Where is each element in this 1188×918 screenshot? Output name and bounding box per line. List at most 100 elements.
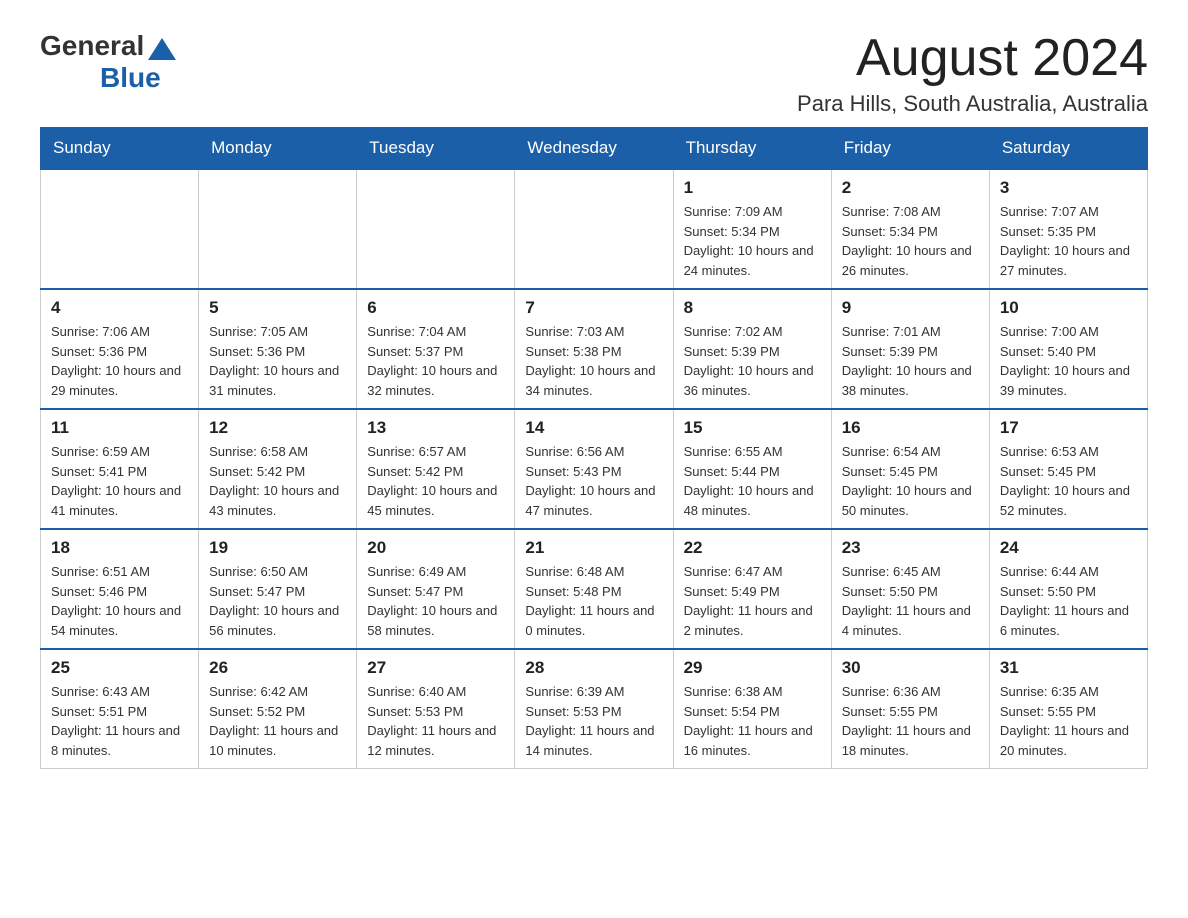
day-info: Sunrise: 7:09 AM Sunset: 5:34 PM Dayligh…: [684, 202, 821, 280]
calendar-cell: 11 Sunrise: 6:59 AM Sunset: 5:41 PM Dayli…: [41, 409, 199, 529]
day-info: Sunrise: 7:05 AM Sunset: 5:36 PM Dayligh…: [209, 322, 346, 400]
calendar-body: 1 Sunrise: 7:09 AM Sunset: 5:34 PM Daylig…: [41, 169, 1148, 769]
day-number: 9: [842, 298, 979, 318]
day-number: 24: [1000, 538, 1137, 558]
calendar-cell: 26 Sunrise: 6:42 AM Sunset: 5:52 PM Dayli…: [199, 649, 357, 769]
day-info: Sunrise: 6:39 AM Sunset: 5:53 PM Dayligh…: [525, 682, 662, 760]
day-info: Sunrise: 7:07 AM Sunset: 5:35 PM Dayligh…: [1000, 202, 1137, 280]
day-number: 19: [209, 538, 346, 558]
logo-blue-text: Blue: [100, 62, 161, 94]
calendar-cell: 17 Sunrise: 6:53 AM Sunset: 5:45 PM Dayli…: [989, 409, 1147, 529]
day-info: Sunrise: 6:59 AM Sunset: 5:41 PM Dayligh…: [51, 442, 188, 520]
calendar-cell: 27Sunrise: 6:40 AM Sunset: 5:53 PM Dayli…: [357, 649, 515, 769]
calendar-header-row: SundayMondayTuesdayWednesdayThursdayFrid…: [41, 128, 1148, 170]
calendar-cell: 22Sunrise: 6:47 AM Sunset: 5:49 PM Dayli…: [673, 529, 831, 649]
calendar-cell: 20 Sunrise: 6:49 AM Sunset: 5:47 PM Dayli…: [357, 529, 515, 649]
day-number: 30: [842, 658, 979, 678]
day-number: 23: [842, 538, 979, 558]
day-number: 1: [684, 178, 821, 198]
day-number: 15: [684, 418, 821, 438]
calendar-cell: 18Sunrise: 6:51 AM Sunset: 5:46 PM Dayli…: [41, 529, 199, 649]
logo: General Blue: [40, 30, 180, 94]
day-info: Sunrise: 7:04 AM Sunset: 5:37 PM Dayligh…: [367, 322, 504, 400]
day-number: 18: [51, 538, 188, 558]
calendar-cell: 5Sunrise: 7:05 AM Sunset: 5:36 PM Daylig…: [199, 289, 357, 409]
calendar-header: SundayMondayTuesdayWednesdayThursdayFrid…: [41, 128, 1148, 170]
day-info: Sunrise: 6:42 AM Sunset: 5:52 PM Dayligh…: [209, 682, 346, 760]
month-title: August 2024: [797, 30, 1148, 87]
day-number: 2: [842, 178, 979, 198]
day-info: Sunrise: 6:48 AM Sunset: 5:48 PM Dayligh…: [525, 562, 662, 640]
calendar-cell: [357, 169, 515, 289]
calendar-header-friday: Friday: [831, 128, 989, 170]
calendar-cell: 28 Sunrise: 6:39 AM Sunset: 5:53 PM Dayli…: [515, 649, 673, 769]
calendar-cell: 19Sunrise: 6:50 AM Sunset: 5:47 PM Dayli…: [199, 529, 357, 649]
day-info: Sunrise: 6:57 AM Sunset: 5:42 PM Dayligh…: [367, 442, 504, 520]
day-number: 13: [367, 418, 504, 438]
day-number: 3: [1000, 178, 1137, 198]
calendar-cell: 16 Sunrise: 6:54 AM Sunset: 5:45 PM Dayli…: [831, 409, 989, 529]
calendar-header-sunday: Sunday: [41, 128, 199, 170]
day-info: Sunrise: 6:56 AM Sunset: 5:43 PM Dayligh…: [525, 442, 662, 520]
day-number: 7: [525, 298, 662, 318]
day-info: Sunrise: 6:35 AM Sunset: 5:55 PM Dayligh…: [1000, 682, 1137, 760]
calendar-cell: [515, 169, 673, 289]
calendar-cell: 1 Sunrise: 7:09 AM Sunset: 5:34 PM Daylig…: [673, 169, 831, 289]
day-info: Sunrise: 6:54 AM Sunset: 5:45 PM Dayligh…: [842, 442, 979, 520]
calendar-cell: 29 Sunrise: 6:38 AM Sunset: 5:54 PM Dayli…: [673, 649, 831, 769]
page-header: General Blue August 2024 Para Hills, Sou…: [40, 30, 1148, 117]
calendar-header-thursday: Thursday: [673, 128, 831, 170]
day-number: 17: [1000, 418, 1137, 438]
location-title: Para Hills, South Australia, Australia: [797, 91, 1148, 117]
day-number: 16: [842, 418, 979, 438]
day-info: Sunrise: 6:38 AM Sunset: 5:54 PM Dayligh…: [684, 682, 821, 760]
day-info: Sunrise: 6:49 AM Sunset: 5:47 PM Dayligh…: [367, 562, 504, 640]
day-number: 25: [51, 658, 188, 678]
day-number: 14: [525, 418, 662, 438]
day-info: Sunrise: 6:40 AM Sunset: 5:53 PM Dayligh…: [367, 682, 504, 760]
calendar-cell: 9 Sunrise: 7:01 AM Sunset: 5:39 PM Daylig…: [831, 289, 989, 409]
day-info: Sunrise: 7:00 AM Sunset: 5:40 PM Dayligh…: [1000, 322, 1137, 400]
calendar-cell: 13 Sunrise: 6:57 AM Sunset: 5:42 PM Dayli…: [357, 409, 515, 529]
calendar-cell: 24Sunrise: 6:44 AM Sunset: 5:50 PM Dayli…: [989, 529, 1147, 649]
day-info: Sunrise: 7:03 AM Sunset: 5:38 PM Dayligh…: [525, 322, 662, 400]
calendar-cell: 3 Sunrise: 7:07 AM Sunset: 5:35 PM Daylig…: [989, 169, 1147, 289]
day-number: 28: [525, 658, 662, 678]
calendar-cell: 21 Sunrise: 6:48 AM Sunset: 5:48 PM Dayli…: [515, 529, 673, 649]
calendar-table: SundayMondayTuesdayWednesdayThursdayFrid…: [40, 127, 1148, 769]
day-info: Sunrise: 6:58 AM Sunset: 5:42 PM Dayligh…: [209, 442, 346, 520]
day-number: 6: [367, 298, 504, 318]
calendar-cell: [199, 169, 357, 289]
calendar-week-4: 18Sunrise: 6:51 AM Sunset: 5:46 PM Dayli…: [41, 529, 1148, 649]
calendar-week-2: 4Sunrise: 7:06 AM Sunset: 5:36 PM Daylig…: [41, 289, 1148, 409]
day-info: Sunrise: 6:43 AM Sunset: 5:51 PM Dayligh…: [51, 682, 188, 760]
day-number: 10: [1000, 298, 1137, 318]
calendar-cell: 8Sunrise: 7:02 AM Sunset: 5:39 PM Daylig…: [673, 289, 831, 409]
logo-triangle-icon: [148, 38, 176, 60]
calendar-cell: 6 Sunrise: 7:04 AM Sunset: 5:37 PM Daylig…: [357, 289, 515, 409]
calendar-week-3: 11 Sunrise: 6:59 AM Sunset: 5:41 PM Dayli…: [41, 409, 1148, 529]
day-number: 8: [684, 298, 821, 318]
calendar-cell: 15Sunrise: 6:55 AM Sunset: 5:44 PM Dayli…: [673, 409, 831, 529]
calendar-cell: 10 Sunrise: 7:00 AM Sunset: 5:40 PM Dayli…: [989, 289, 1147, 409]
day-number: 11: [51, 418, 188, 438]
calendar-header-saturday: Saturday: [989, 128, 1147, 170]
calendar-cell: 14 Sunrise: 6:56 AM Sunset: 5:43 PM Dayli…: [515, 409, 673, 529]
day-info: Sunrise: 6:47 AM Sunset: 5:49 PM Dayligh…: [684, 562, 821, 640]
day-info: Sunrise: 6:53 AM Sunset: 5:45 PM Dayligh…: [1000, 442, 1137, 520]
day-number: 26: [209, 658, 346, 678]
title-block: August 2024 Para Hills, South Australia,…: [797, 30, 1148, 117]
calendar-cell: 7 Sunrise: 7:03 AM Sunset: 5:38 PM Daylig…: [515, 289, 673, 409]
calendar-cell: 25 Sunrise: 6:43 AM Sunset: 5:51 PM Dayli…: [41, 649, 199, 769]
calendar-week-1: 1 Sunrise: 7:09 AM Sunset: 5:34 PM Daylig…: [41, 169, 1148, 289]
calendar-cell: [41, 169, 199, 289]
calendar-header-monday: Monday: [199, 128, 357, 170]
day-number: 31: [1000, 658, 1137, 678]
day-info: Sunrise: 7:01 AM Sunset: 5:39 PM Dayligh…: [842, 322, 979, 400]
day-number: 20: [367, 538, 504, 558]
day-number: 29: [684, 658, 821, 678]
day-info: Sunrise: 7:06 AM Sunset: 5:36 PM Dayligh…: [51, 322, 188, 400]
calendar-cell: 23Sunrise: 6:45 AM Sunset: 5:50 PM Dayli…: [831, 529, 989, 649]
day-number: 21: [525, 538, 662, 558]
calendar-cell: 31 Sunrise: 6:35 AM Sunset: 5:55 PM Dayli…: [989, 649, 1147, 769]
